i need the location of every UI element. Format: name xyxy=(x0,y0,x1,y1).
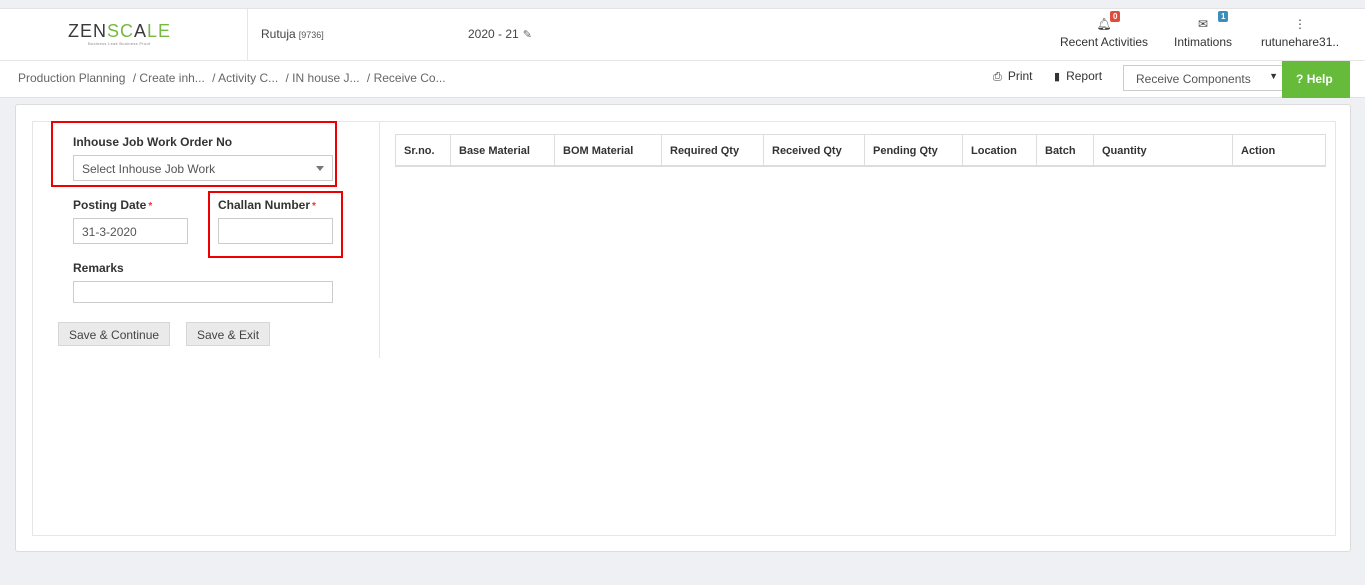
job-order-label: Inhouse Job Work Order No xyxy=(73,135,233,149)
recent-activities-label: Recent Activities xyxy=(1060,35,1149,49)
help-button[interactable]: ? Help xyxy=(1282,61,1350,98)
file-icon: ▮ xyxy=(1054,71,1061,83)
intimations-button[interactable]: ✉ 1 Intimations xyxy=(1174,11,1233,49)
challan-number-label: Challan Number * xyxy=(218,198,316,212)
breadcrumb-item[interactable]: Production Planning xyxy=(18,71,125,85)
chevron-down-icon: ▼ xyxy=(1269,71,1278,81)
column-header[interactable]: Sr.no. xyxy=(396,135,451,165)
recent-activities-button[interactable]: 🔔︎ 0 Recent Activities xyxy=(1060,11,1149,49)
recent-activities-badge: 0 xyxy=(1110,11,1121,22)
view-select[interactable]: Receive Components ▼ xyxy=(1123,65,1283,91)
column-header[interactable]: Required Qty xyxy=(662,135,764,165)
report-button[interactable]: ▮ Report xyxy=(1054,69,1102,83)
column-header[interactable]: Base Material xyxy=(451,135,555,165)
question-icon: ? xyxy=(1296,72,1304,86)
posting-date-label: Posting Date * xyxy=(73,198,153,212)
account-menu[interactable]: ⋮ rutunehare31.. xyxy=(1261,17,1339,49)
column-header[interactable]: Pending Qty xyxy=(865,135,963,165)
breadcrumb-item: / Receive Co... xyxy=(366,71,446,85)
intimations-badge: 1 xyxy=(1218,11,1229,22)
chevron-down-icon xyxy=(316,166,324,171)
logo-area: ZENSCALE Business Leak Business Proof xyxy=(0,9,248,61)
breadcrumb-bar: Production Planning / Create inh... / Ac… xyxy=(0,61,1365,98)
required-marker: * xyxy=(312,201,316,212)
logo-tagline: Business Leak Business Proof xyxy=(88,41,151,46)
vertical-divider xyxy=(379,122,380,358)
save-continue-button[interactable]: Save & Continue xyxy=(58,322,171,346)
main-panel: Inhouse Job Work Order No Select Inhouse… xyxy=(15,104,1351,552)
challan-number-input[interactable] xyxy=(218,218,333,244)
required-marker: * xyxy=(148,201,153,212)
posting-date-input[interactable]: 31-3-2020 xyxy=(73,218,188,244)
breadcrumb: Production Planning / Create inh... / Ac… xyxy=(18,71,450,85)
column-header[interactable]: Action xyxy=(1233,135,1325,165)
breadcrumb-item[interactable]: / IN house J... xyxy=(286,71,360,85)
column-header[interactable]: BOM Material xyxy=(555,135,662,165)
form-container: Inhouse Job Work Order No Select Inhouse… xyxy=(32,121,1336,536)
breadcrumb-item[interactable]: / Activity C... xyxy=(212,71,278,85)
top-header: ZENSCALE Business Leak Business Proof Ru… xyxy=(0,8,1365,61)
column-header[interactable]: Received Qty xyxy=(764,135,865,165)
print-button[interactable]: ⎙ Print xyxy=(993,69,1033,84)
job-order-select[interactable]: Select Inhouse Job Work xyxy=(73,155,333,181)
intimations-label: Intimations xyxy=(1174,35,1233,49)
printer-icon: ⎙ xyxy=(993,71,1002,83)
edit-icon[interactable]: ✎ xyxy=(523,28,532,41)
zenscale-logo[interactable]: ZENSCALE xyxy=(68,21,171,42)
breadcrumb-item[interactable]: / Create inh... xyxy=(133,71,205,85)
bell-icon: 🔔︎ 0 xyxy=(1060,11,1148,35)
fiscal-year[interactable]: 2020 - 21 ✎ xyxy=(468,27,532,41)
current-user: Rutuja [9736] xyxy=(261,27,324,41)
account-name: rutunehare31.. xyxy=(1261,35,1340,49)
save-exit-button[interactable]: Save & Exit xyxy=(186,322,271,346)
column-header[interactable]: Location xyxy=(963,135,1037,165)
remarks-label: Remarks xyxy=(73,261,124,275)
components-table-header: Sr.no. Base Material BOM Material Requir… xyxy=(395,134,1326,167)
more-vertical-icon: ⋮ xyxy=(1294,17,1307,31)
remarks-input[interactable] xyxy=(73,281,333,303)
column-header[interactable]: Batch xyxy=(1037,135,1094,165)
user-id: [9736] xyxy=(298,30,324,40)
column-header[interactable]: Quantity xyxy=(1094,135,1233,165)
envelope-icon: ✉ 1 xyxy=(1174,11,1232,35)
